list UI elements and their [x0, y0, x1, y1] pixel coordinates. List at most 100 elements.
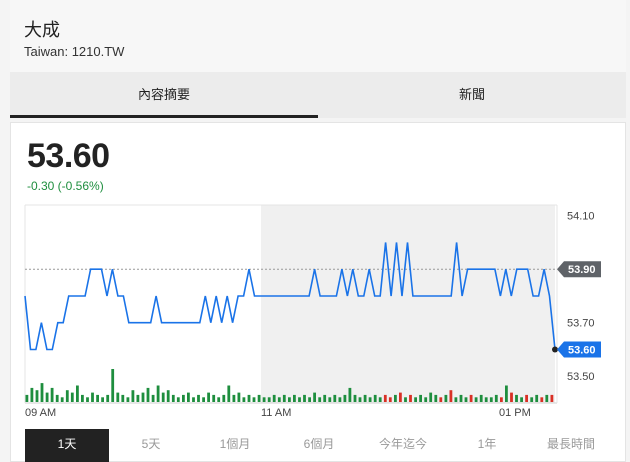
volume-bar: [277, 397, 281, 402]
volume-bar: [262, 397, 266, 402]
y-tick-label: 53.50: [567, 371, 595, 383]
volume-bar: [434, 394, 438, 402]
volume-bar: [303, 394, 306, 402]
volume-bar: [298, 397, 301, 402]
volume-bar: [454, 397, 458, 402]
quote-card: 53.60 -0.30 (-0.56%) 54.10 53.70 53.50 5…: [10, 122, 626, 462]
range-ytd[interactable]: 今年迄今: [361, 429, 445, 462]
volume-bar: [197, 394, 200, 402]
volume-bar: [76, 385, 79, 402]
volume-bar: [525, 394, 528, 402]
volume-bar: [65, 390, 69, 402]
intraday-chart[interactable]: 54.10 53.70 53.50 53.90 53.60 09 AM 11 A…: [11, 123, 627, 423]
volume-bar: [55, 394, 59, 402]
volume-bar: [187, 392, 190, 402]
volume-bar: [282, 394, 286, 402]
volume-bar: [308, 397, 311, 402]
volume-bar: [343, 394, 347, 402]
range-6m[interactable]: 6個月: [277, 429, 361, 462]
volume-bar: [520, 397, 523, 402]
volume-bar: [106, 394, 110, 402]
volume-bar: [81, 394, 84, 402]
volume-bar: [202, 397, 205, 402]
volume-bar: [171, 394, 175, 402]
volume-bar: [328, 397, 332, 402]
volume-bar: [353, 394, 357, 402]
volume-bar: [404, 397, 407, 402]
volume-bar: [399, 392, 402, 402]
volume-bar: [141, 392, 145, 402]
volume-bar: [424, 397, 428, 402]
volume-bar: [136, 394, 140, 402]
range-selector: 1天 5天 1個月 6個月 今年迄今 1年 最長時間: [25, 429, 613, 462]
volume-bar: [151, 394, 155, 402]
volume-bar: [288, 397, 291, 402]
volume-bar: [252, 397, 256, 402]
volume-bar: [176, 397, 180, 402]
volume-bar: [247, 394, 251, 402]
volume-bar: [116, 392, 120, 402]
volume-bar: [121, 394, 125, 402]
volume-bar: [323, 394, 327, 402]
quote-header: 大成 Taiwan: 1210.TW: [10, 0, 626, 72]
volume-bar: [222, 394, 226, 402]
volume-bar: [409, 394, 412, 402]
tab-summary[interactable]: 內容摘要: [10, 72, 318, 118]
range-1y[interactable]: 1年: [445, 429, 529, 462]
y-tick-label: 53.70: [567, 318, 595, 330]
volume-bar: [505, 385, 508, 402]
volume-bar: [182, 394, 185, 402]
x-tick-label: 01 PM: [499, 407, 531, 419]
volume-bar: [429, 392, 433, 402]
volume-bar: [530, 397, 534, 402]
volume-bar: [358, 397, 362, 402]
volume-bar: [469, 394, 473, 402]
volume-bar: [126, 397, 130, 402]
volume-bar: [272, 394, 276, 402]
volume-bar: [348, 387, 352, 402]
volume-bar: [207, 392, 210, 402]
volume-bar: [318, 397, 322, 402]
volume-bar: [25, 394, 29, 402]
range-max[interactable]: 最長時間: [529, 429, 613, 462]
volume-bar: [394, 394, 397, 402]
volume-bar: [45, 392, 49, 402]
volume-bar: [510, 392, 513, 402]
range-1d[interactable]: 1天: [25, 429, 109, 462]
last-price-label: 53.60: [568, 344, 596, 356]
volume-bar: [40, 383, 44, 402]
volume-bar: [378, 397, 382, 402]
volume-bar: [388, 397, 392, 402]
volume-bar: [192, 397, 195, 402]
volume-bar: [101, 397, 104, 402]
x-tick-label: 11 AM: [261, 407, 291, 419]
volume-bar: [449, 390, 453, 402]
volume-bar: [383, 394, 387, 402]
volume-bar: [131, 390, 135, 402]
volume-bar: [156, 385, 160, 402]
range-5d[interactable]: 5天: [109, 429, 193, 462]
y-tick-label: 54.10: [567, 211, 595, 223]
volume-bar: [111, 369, 115, 402]
volume-bar: [500, 397, 503, 402]
volume-bar: [338, 397, 342, 402]
volume-bar: [257, 394, 261, 402]
volume-bar: [540, 397, 544, 402]
volume-bar: [414, 397, 417, 402]
tab-news[interactable]: 新聞: [318, 72, 626, 118]
volume-bar: [212, 394, 216, 402]
volume-bar: [515, 394, 518, 402]
volume-bar: [50, 387, 54, 402]
volume-bar: [146, 387, 150, 402]
volume-bar: [464, 397, 468, 402]
volume-bar: [293, 394, 296, 402]
volume-bar: [474, 397, 478, 402]
range-1m[interactable]: 1個月: [193, 429, 277, 462]
volume-bar: [217, 397, 221, 402]
volume-bar: [419, 394, 422, 402]
volume-bar: [363, 394, 367, 402]
volume-bar: [237, 392, 241, 402]
volume-bar: [313, 392, 316, 402]
volume-bar: [545, 394, 549, 402]
volume-bar: [444, 394, 448, 402]
